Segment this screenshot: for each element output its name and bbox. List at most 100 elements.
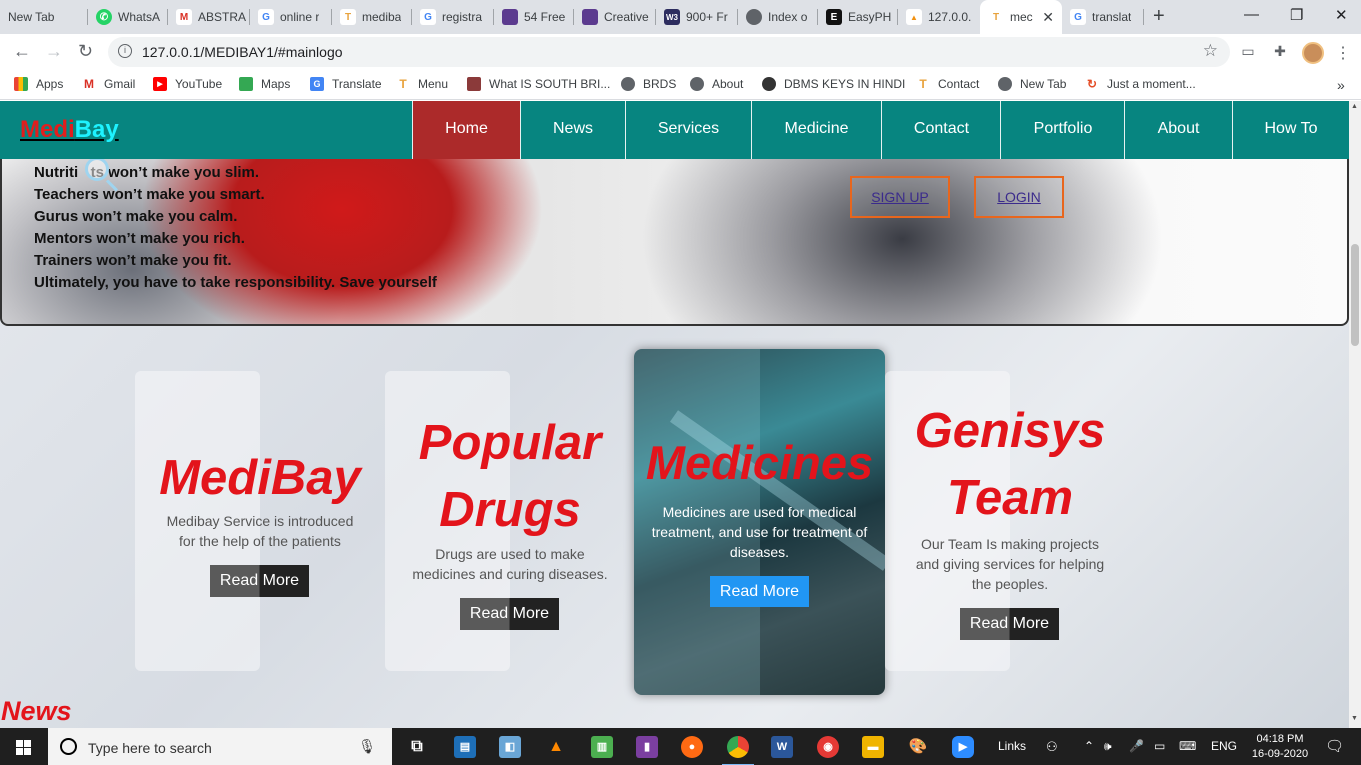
winrar-icon[interactable]: ▮ [636, 736, 658, 758]
close-window-icon[interactable]: ✕ [1335, 6, 1348, 24]
read-more-button[interactable]: Read More [210, 565, 309, 597]
browser-tab[interactable]: W3 900+ Fr [656, 0, 738, 34]
nav-news[interactable]: News [520, 101, 625, 159]
mic-tray-icon[interactable]: 🎤 [1129, 739, 1144, 753]
card-popular-drugs: Popular Drugs Drugs are used to make med… [385, 371, 635, 671]
paint-icon[interactable]: 🎨 [907, 736, 929, 758]
microphone-icon[interactable]: 🎙 [358, 738, 376, 755]
bookmark-label: What IS SOUTH BRI... [489, 77, 611, 91]
gmail-icon: M [82, 77, 96, 91]
nav-portfolio[interactable]: Portfolio [1000, 101, 1125, 159]
browser-tab[interactable]: ✆ WhatsA [88, 0, 168, 34]
vlc-icon[interactable]: ▲ [545, 736, 567, 758]
address-bar[interactable]: i 127.0.0.1/MEDIBAY1/#mainlogo ☆ [108, 37, 1230, 67]
maps-icon [239, 77, 253, 91]
forward-arrow-icon[interactable]: → [45, 41, 63, 62]
site-logo[interactable]: MediBay [20, 116, 119, 144]
recorder-icon[interactable]: ◉ [817, 736, 839, 758]
info-icon[interactable]: i [118, 44, 132, 58]
bookmark-south-bri[interactable]: What IS SOUTH BRI... [467, 77, 610, 91]
notifications-icon[interactable]: 🗨 [1325, 737, 1344, 755]
card-medibay: MediBay Medibay Service is introduced fo… [135, 371, 385, 671]
browser-tab[interactable]: New Tab [0, 0, 88, 34]
bookmark-gmail[interactable]: M Gmail [82, 77, 135, 91]
close-tab-icon[interactable]: ✕ [1042, 9, 1054, 26]
new-tab-plus-icon[interactable]: + [1153, 5, 1165, 28]
people-icon[interactable]: ⚇ [1046, 739, 1058, 755]
bookmark-menu[interactable]: T Menu [396, 77, 448, 91]
word-icon[interactable]: W [771, 736, 793, 758]
bookmark-just-a-moment[interactable]: ↻ Just a moment... [1085, 77, 1196, 91]
nav-medicine[interactable]: Medicine [751, 101, 881, 159]
bookmark-apps[interactable]: Apps [14, 77, 63, 91]
easyphp-icon: E [826, 9, 842, 25]
keyboard-icon[interactable]: ⌨ [1179, 739, 1196, 753]
restore-icon[interactable]: ❐ [1290, 6, 1303, 24]
zoom-icon[interactable]: ▶ [952, 736, 974, 758]
scrollbar-thumb[interactable] [1351, 244, 1359, 346]
bookmark-contact[interactable]: T Contact [916, 77, 979, 91]
scroll-down-icon[interactable]: ▼ [1351, 715, 1358, 722]
more-bookmarks-icon[interactable]: » [1337, 77, 1345, 93]
nav-how-to[interactable]: How To [1232, 101, 1349, 159]
browser-tab-active[interactable]: T mec ✕ [980, 0, 1062, 34]
bookmark-maps[interactable]: Maps [239, 77, 290, 91]
browser-tab[interactable]: T mediba [332, 0, 412, 34]
windows-start-icon[interactable] [16, 740, 32, 756]
volume-icon[interactable]: 🕪 [1104, 739, 1112, 754]
firefox-icon[interactable]: ● [681, 736, 703, 758]
bookmark-new-tab[interactable]: New Tab [998, 77, 1066, 91]
back-arrow-icon[interactable]: ← [13, 41, 31, 62]
browser-tab[interactable]: Index o [738, 0, 818, 34]
scroll-up-icon[interactable]: ▲ [1351, 103, 1358, 110]
bookmark-translate[interactable]: G Translate [310, 77, 382, 91]
links-toolbar[interactable]: Links [998, 739, 1026, 753]
system-clock[interactable]: 04:18 PM 16-09-2020 [1246, 732, 1314, 762]
bookmark-youtube[interactable]: ▶ YouTube [153, 77, 222, 91]
chevron-up-icon[interactable]: ⌃ [1084, 739, 1094, 753]
tab-label: translat [1092, 10, 1132, 24]
language-indicator[interactable]: ENG [1211, 739, 1237, 753]
file-explorer-icon[interactable]: ▬ [862, 736, 884, 758]
menu-kebab-icon[interactable]: ⋮ [1334, 43, 1352, 62]
network-app-icon[interactable]: ▤ [454, 736, 476, 758]
task-view-icon[interactable]: ⧉ [406, 736, 428, 758]
card-title: Medicines [645, 436, 874, 489]
browser-tab[interactable]: G registra [412, 0, 494, 34]
bookmark-dbms[interactable]: DBMS KEYS IN HINDI [762, 77, 905, 91]
browser-tab[interactable]: 54 Free [494, 0, 574, 34]
chrome-icon[interactable] [722, 736, 754, 765]
bookmark-brds[interactable]: BRDS [621, 77, 676, 91]
display-icon[interactable]: ▭ [1154, 739, 1165, 753]
read-more-button[interactable]: Read More [460, 598, 559, 630]
bookmark-about[interactable]: About [690, 77, 743, 91]
browser-tab[interactable]: ▲ 127.0.0. [898, 0, 980, 34]
extensions-puzzle-icon[interactable]: ✚ [1271, 43, 1289, 61]
minimize-icon[interactable]: — [1244, 6, 1259, 23]
browser-tab[interactable]: E EasyPH [818, 0, 898, 34]
taskbar-search[interactable]: Type here to search 🎙 [48, 728, 392, 765]
nav-contact[interactable]: Contact [881, 101, 1001, 159]
login-button[interactable]: LOGIN [974, 176, 1064, 218]
notes-app-icon[interactable]: ◧ [499, 736, 521, 758]
browser-tab[interactable]: G online r [250, 0, 332, 34]
page-scrollbar[interactable]: ▲ ▼ [1349, 101, 1361, 728]
reload-icon[interactable]: ↻ [78, 41, 93, 62]
nav-services[interactable]: Services [625, 101, 751, 159]
nav-home[interactable]: Home [412, 101, 520, 159]
browser-tab[interactable]: M ABSTRA [168, 0, 250, 34]
browser-toolbar: ← → ↻ i 127.0.0.1/MEDIBAY1/#mainlogo ☆ ▭… [0, 34, 1361, 70]
chart-app-icon[interactable]: ▥ [591, 736, 613, 758]
profile-avatar[interactable] [1302, 42, 1324, 64]
quote-line: Teachers won’t make you smart. [34, 186, 265, 203]
browser-tab[interactable]: G translat [1062, 0, 1144, 34]
bookmark-label: Contact [938, 77, 980, 91]
browser-tab[interactable]: Creative [574, 0, 656, 34]
cast-icon[interactable]: ▭ [1239, 43, 1257, 61]
bookmark-label: YouTube [175, 77, 223, 91]
read-more-button[interactable]: Read More [710, 576, 809, 607]
signup-button[interactable]: SIGN UP [850, 176, 950, 218]
nav-about[interactable]: About [1124, 101, 1232, 159]
bookmark-star-icon[interactable]: ☆ [1203, 41, 1218, 61]
read-more-button[interactable]: Read More [960, 608, 1059, 640]
